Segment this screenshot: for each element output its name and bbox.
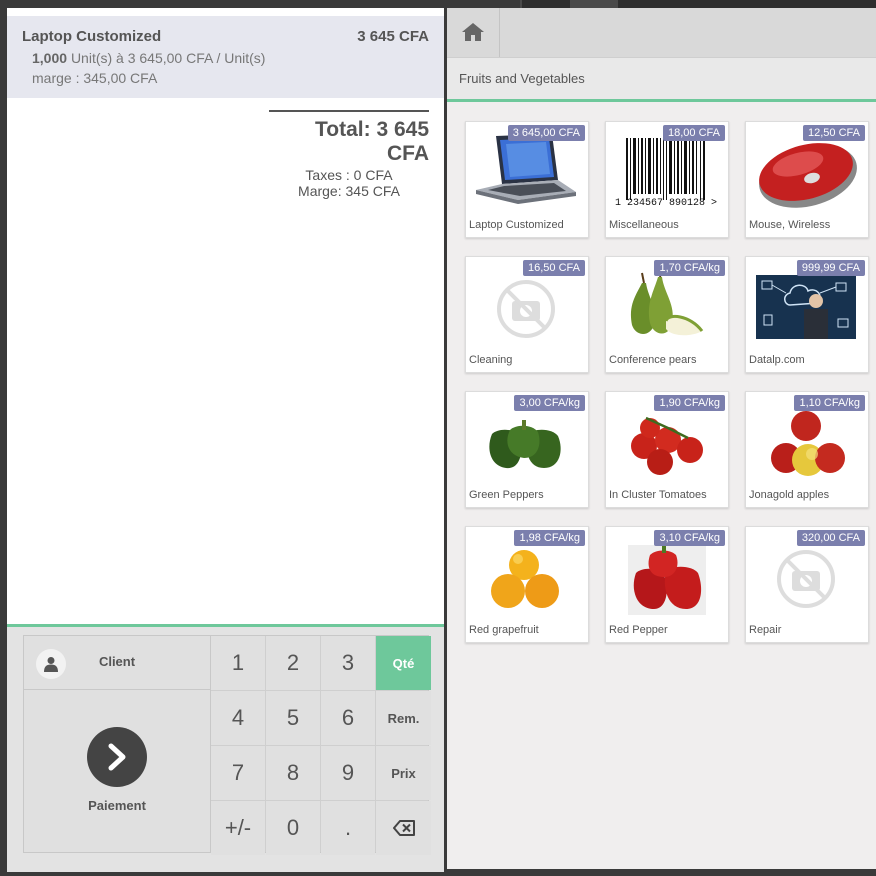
price-tag: 1,98 CFA/kg bbox=[514, 530, 585, 546]
client-button[interactable]: Client bbox=[24, 636, 210, 690]
category-label: Fruits and Vegetables bbox=[459, 71, 585, 86]
numpad-key-3[interactable]: 3 bbox=[321, 636, 375, 690]
numpad-key-plus-minus[interactable]: +/- bbox=[211, 801, 265, 855]
price-tag: 1,90 CFA/kg bbox=[654, 395, 725, 411]
product-card[interactable]: 3,00 CFA/kg Green Peppers bbox=[465, 391, 589, 508]
mode-price-button[interactable]: Prix bbox=[376, 746, 431, 800]
price-tag: 1,10 CFA/kg bbox=[794, 395, 865, 411]
price-tag: 18,00 CFA bbox=[663, 125, 725, 141]
order-line[interactable]: Laptop Customized 3 645 CFA 1,000 Unit(s… bbox=[7, 16, 444, 98]
product-card[interactable]: 1 234567 890128 > 18,00 CFA Miscellaneou… bbox=[605, 121, 729, 238]
numpad-key-decimal[interactable]: . bbox=[321, 801, 375, 855]
grapefruit-image bbox=[491, 550, 559, 608]
product-name: Green Peppers bbox=[469, 489, 544, 501]
product-card[interactable]: 320,00 CFA Repair bbox=[745, 526, 869, 643]
product-name: Conference pears bbox=[609, 354, 697, 366]
category-bar[interactable]: Fruits and Vegetables bbox=[447, 58, 876, 102]
product-card[interactable]: 1,98 CFA/kg Red grapefruit bbox=[465, 526, 589, 643]
no-photo-icon bbox=[497, 280, 555, 338]
no-photo-icon bbox=[777, 550, 835, 608]
product-card[interactable]: 1,90 CFA/kg In Cluster Tomatoes bbox=[605, 391, 729, 508]
price-tag: 3,00 CFA/kg bbox=[514, 395, 585, 411]
product-name: Red grapefruit bbox=[469, 624, 539, 636]
cloud-business-image bbox=[756, 275, 856, 339]
product-name: In Cluster Tomatoes bbox=[609, 489, 707, 501]
numpad-key-0[interactable]: 0 bbox=[266, 801, 320, 855]
backspace-button[interactable] bbox=[376, 801, 431, 855]
product-name: Repair bbox=[749, 624, 782, 636]
laptop-image bbox=[476, 134, 576, 204]
price-tag: 3 645,00 CFA bbox=[507, 125, 585, 141]
product-name: Mouse, Wireless bbox=[749, 219, 831, 231]
pears-image bbox=[630, 267, 704, 336]
numpad: 1 2 3 Qté 4 5 6 Rem. 7 8 9 Prix +/- 0 . bbox=[210, 635, 431, 855]
breadcrumb-bar bbox=[447, 8, 876, 58]
product-card[interactable]: 1,70 CFA/kg Conference pears bbox=[605, 256, 729, 373]
mouse-image bbox=[759, 143, 857, 208]
numpad-key-5[interactable]: 5 bbox=[266, 691, 320, 745]
red-pepper-image bbox=[628, 543, 706, 615]
green-peppers-image bbox=[489, 420, 561, 469]
product-panel: Fruits and Vegetables 3 645,00 CFA Lapto… bbox=[447, 8, 876, 869]
product-card[interactable]: 999,99 CFA Datalp.com bbox=[745, 256, 869, 373]
price-tag: 12,50 CFA bbox=[803, 125, 865, 141]
mode-quantity-button[interactable]: Qté bbox=[376, 636, 431, 690]
order-line-qty: 1,000 bbox=[32, 50, 68, 66]
numpad-key-8[interactable]: 8 bbox=[266, 746, 320, 800]
order-line-product-name: Laptop Customized bbox=[22, 28, 162, 45]
product-card[interactable]: 3,10 CFA/kg Red Pepper bbox=[605, 526, 729, 643]
product-name: Miscellaneous bbox=[609, 219, 679, 231]
numpad-key-6[interactable]: 6 bbox=[321, 691, 375, 745]
top-strip bbox=[520, 0, 876, 8]
numpad-key-1[interactable]: 1 bbox=[211, 636, 265, 690]
order-marge: Marge: 345 CFA bbox=[298, 183, 400, 199]
tomatoes-image bbox=[631, 416, 703, 475]
numpad-key-7[interactable]: 7 bbox=[211, 746, 265, 800]
product-card[interactable]: 12,50 CFA Mouse, Wireless bbox=[745, 121, 869, 238]
order-line-price: 3 645 CFA bbox=[357, 28, 429, 45]
order-line-marge: marge : 345,00 CFA bbox=[32, 70, 158, 86]
home-button[interactable] bbox=[447, 8, 500, 57]
order-line-detail: 1,000 Unit(s) à 3 645,00 CFA / Unit(s) bbox=[32, 50, 265, 66]
product-card[interactable]: 16,50 CFA Cleaning bbox=[465, 256, 589, 373]
price-tag: 320,00 CFA bbox=[796, 530, 865, 546]
actionpad: Client Paiement bbox=[23, 635, 211, 853]
numpad-key-9[interactable]: 9 bbox=[321, 746, 375, 800]
client-label: Client bbox=[98, 654, 136, 669]
payment-button[interactable]: Paiement bbox=[24, 690, 210, 852]
product-name: Jonagold apples bbox=[749, 489, 830, 501]
backspace-icon bbox=[392, 820, 415, 836]
order-line-unit-detail: Unit(s) à 3 645,00 CFA / Unit(s) bbox=[70, 50, 266, 66]
price-tag: 16,50 CFA bbox=[523, 260, 585, 276]
barcode-digits: 1 234567 890128 > bbox=[615, 198, 717, 209]
order-taxes: Taxes : 0 CFA bbox=[305, 167, 393, 183]
chevron-right-icon bbox=[87, 727, 147, 787]
apples-image bbox=[771, 411, 845, 476]
price-tag: 3,10 CFA/kg bbox=[654, 530, 725, 546]
product-name: Red Pepper bbox=[609, 624, 668, 636]
control-pad: Client Paiement 1 2 3 Qté 4 5 6 Rem. 7 8… bbox=[7, 624, 444, 872]
payment-label: Paiement bbox=[88, 798, 146, 813]
product-name: Cleaning bbox=[469, 354, 513, 366]
order-panel: Laptop Customized 3 645 CFA 1,000 Unit(s… bbox=[7, 8, 444, 872]
mode-discount-button[interactable]: Rem. bbox=[376, 691, 431, 745]
product-card[interactable]: 1,10 CFA/kg Jonagold apples bbox=[745, 391, 869, 508]
price-tag: 1,70 CFA/kg bbox=[654, 260, 725, 276]
home-icon bbox=[462, 23, 484, 41]
product-name: Laptop Customized bbox=[469, 219, 564, 231]
order-total: Total: 3 645 CFA bbox=[315, 118, 429, 165]
product-card[interactable]: 3 645,00 CFA Laptop Customized bbox=[465, 121, 589, 238]
order-summary: Total: 3 645 CFA Taxes : 0 CFA Marge: 34… bbox=[269, 110, 429, 199]
product-name: Datalp.com bbox=[749, 354, 805, 366]
numpad-key-4[interactable]: 4 bbox=[211, 691, 265, 745]
price-tag: 999,99 CFA bbox=[796, 260, 865, 276]
numpad-key-2[interactable]: 2 bbox=[266, 636, 320, 690]
barcode-image: 1 234567 890128 > bbox=[615, 138, 717, 209]
pos-screen: Laptop Customized 3 645 CFA 1,000 Unit(s… bbox=[0, 0, 876, 876]
